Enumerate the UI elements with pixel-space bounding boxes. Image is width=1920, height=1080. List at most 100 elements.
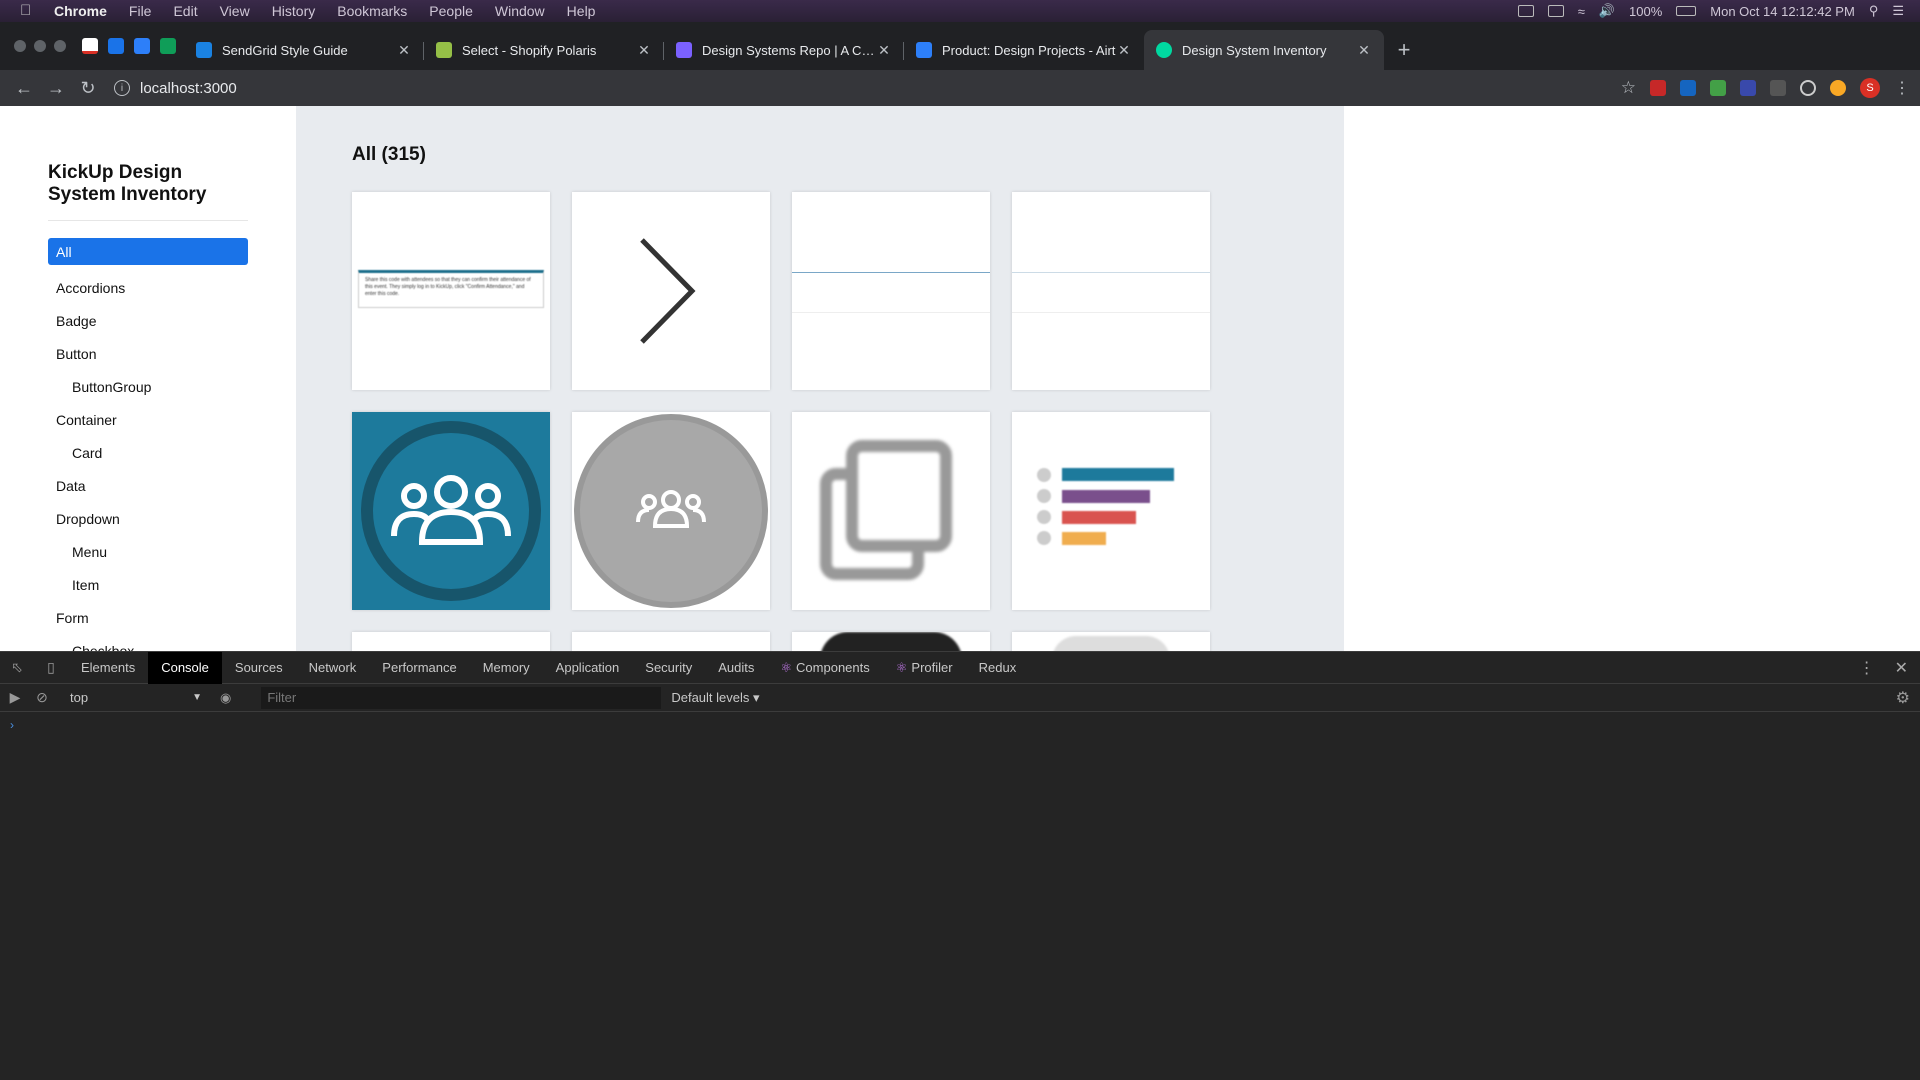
forward-arrow-icon[interactable]: → (42, 74, 70, 102)
component-card-legend-bars[interactable] (1012, 412, 1210, 610)
devtools-tab-redux[interactable]: Redux (966, 652, 1030, 684)
browser-tab-active[interactable]: Design System Inventory ✕ (1144, 30, 1384, 70)
nav-item-item[interactable]: Item (48, 568, 248, 601)
gmail-pinned-tab-icon[interactable] (82, 38, 98, 54)
menu-edit[interactable]: Edit (173, 3, 197, 19)
devtools-close-icon[interactable]: ✕ (1895, 658, 1908, 678)
show-sidebar-icon[interactable]: ▶ (0, 682, 30, 714)
devtools-tab-console[interactable]: Console (148, 651, 222, 684)
nav-item-container[interactable]: Container (48, 403, 248, 436)
notification-center-icon[interactable]: ☰ (1892, 3, 1904, 19)
devtools-tab-components[interactable]: ⚛ Components (767, 652, 882, 684)
log-levels-dropdown[interactable]: Default levels ▾ (671, 690, 759, 706)
browser-tab[interactable]: Product: Design Projects - Airt ✕ (904, 30, 1144, 70)
devtools-tab-performance[interactable]: Performance (369, 652, 469, 684)
device-toolbar-icon[interactable]: ▯ (34, 652, 68, 684)
menu-view[interactable]: View (220, 3, 250, 19)
component-card-divider-light[interactable] (1012, 192, 1210, 390)
console-filter-input[interactable]: Filter (261, 686, 662, 709)
address-bar[interactable]: i localhost:3000 (114, 74, 237, 102)
tab-close-icon[interactable]: ✕ (636, 42, 652, 59)
devtools-tab-security[interactable]: Security (632, 652, 705, 684)
nav-item-buttongroup[interactable]: ButtonGroup (48, 370, 248, 403)
url-text[interactable]: localhost:3000 (140, 80, 237, 97)
apple-icon[interactable]:  (20, 3, 36, 19)
site-info-icon[interactable]: i (114, 80, 130, 96)
extension-color-icon[interactable] (1830, 80, 1846, 96)
menu-bookmarks[interactable]: Bookmarks (337, 3, 407, 19)
inspect-element-icon[interactable]: ⬁ (0, 652, 34, 684)
devtools-tab-network[interactable]: Network (296, 652, 370, 684)
bookmark-star-icon[interactable]: ☆ (1621, 78, 1636, 98)
devtools-tab-application[interactable]: Application (543, 652, 633, 684)
nav-item-accordions[interactable]: Accordions (48, 271, 248, 304)
wifi-icon[interactable]: ≈ (1578, 4, 1585, 19)
component-card[interactable] (352, 632, 550, 651)
nav-item-data[interactable]: Data (48, 469, 248, 502)
menu-window[interactable]: Window (495, 3, 545, 19)
component-card-group-avatar-gray[interactable] (572, 412, 770, 610)
menu-app-chrome[interactable]: Chrome (54, 3, 107, 19)
browser-tab[interactable]: Design Systems Repo | A Colle ✕ (664, 30, 904, 70)
menu-people[interactable]: People (429, 3, 473, 19)
component-card-copy[interactable] (792, 412, 990, 610)
devtools-tab-audits[interactable]: Audits (705, 652, 767, 684)
more-options-icon[interactable]: ⋮ (1894, 78, 1910, 98)
nav-item-form[interactable]: Form (48, 601, 248, 634)
component-card-chevron[interactable] (572, 192, 770, 390)
extension-s-icon[interactable] (1770, 80, 1786, 96)
extension-save-icon[interactable] (1740, 80, 1756, 96)
nav-item-menu[interactable]: Menu (48, 535, 248, 568)
tab-close-icon[interactable]: ✕ (1356, 42, 1372, 59)
tab-close-icon[interactable]: ✕ (876, 42, 892, 59)
clock[interactable]: Mon Oct 14 12:12:42 PM (1710, 4, 1855, 19)
spotlight-icon[interactable]: ⚲ (1869, 3, 1879, 19)
menu-history[interactable]: History (272, 3, 316, 19)
component-card[interactable] (572, 632, 770, 651)
devtools-tab-profiler[interactable]: ⚛ Profiler (883, 652, 966, 684)
menu-file[interactable]: File (129, 3, 152, 19)
nav-item-button[interactable]: Button (48, 337, 248, 370)
component-card-divider[interactable] (792, 192, 990, 390)
calendar-pinned-tab-icon[interactable] (108, 38, 124, 54)
new-tab-button[interactable]: + (1384, 30, 1424, 70)
profile-avatar[interactable]: S (1860, 78, 1880, 98)
close-window-button[interactable] (14, 40, 26, 52)
nav-item-all[interactable]: All (48, 238, 248, 265)
minimize-window-button[interactable] (34, 40, 46, 52)
nav-item-badge[interactable]: Badge (48, 304, 248, 337)
reload-icon[interactable]: ↻ (74, 74, 102, 102)
extension-image-icon[interactable] (1710, 80, 1726, 96)
nav-item-checkbox[interactable]: Checkbox (48, 634, 248, 652)
menu-help[interactable]: Help (567, 3, 596, 19)
live-expression-eye-icon[interactable]: ◉ (220, 690, 231, 706)
battery-icon[interactable] (1676, 6, 1697, 16)
devtools-more-icon[interactable]: ⋮ (1859, 658, 1875, 678)
console-prompt[interactable]: › (0, 712, 1920, 738)
extension-red-icon[interactable] (1650, 80, 1666, 96)
extension-target-icon[interactable] (1800, 80, 1816, 96)
browser-tab[interactable]: SendGrid Style Guide ✕ (184, 30, 424, 70)
sheets-pinned-tab-icon[interactable] (160, 38, 176, 54)
volume-icon[interactable]: 🔊 (1599, 3, 1615, 19)
tab-close-icon[interactable]: ✕ (396, 42, 412, 59)
tab-close-icon[interactable]: ✕ (1116, 42, 1132, 59)
browser-tab[interactable]: Select - Shopify Polaris ✕ (424, 30, 664, 70)
clear-console-icon[interactable]: ⊘ (30, 682, 54, 714)
airtable-pinned-tab-icon[interactable] (134, 38, 150, 54)
devtools-tab-elements[interactable]: Elements (68, 652, 148, 684)
component-card[interactable] (1012, 632, 1210, 651)
airplay-icon[interactable] (1547, 5, 1564, 17)
console-settings-gear-icon[interactable]: ⚙ (1896, 688, 1910, 708)
extension-code-icon[interactable] (1680, 80, 1696, 96)
component-card[interactable] (792, 632, 990, 651)
nav-item-dropdown[interactable]: Dropdown (48, 502, 248, 535)
zoom-window-button[interactable] (54, 40, 66, 52)
component-card-tooltip[interactable]: Share this code with attendees so that t… (352, 192, 550, 390)
devtools-tab-sources[interactable]: Sources (222, 652, 296, 684)
component-card-group-avatar-teal[interactable] (352, 412, 550, 610)
back-arrow-icon[interactable]: ← (10, 74, 38, 102)
context-selector[interactable]: top ▼ (60, 690, 210, 705)
nav-item-card[interactable]: Card (48, 436, 248, 469)
window-tile-icon[interactable] (1517, 5, 1534, 17)
